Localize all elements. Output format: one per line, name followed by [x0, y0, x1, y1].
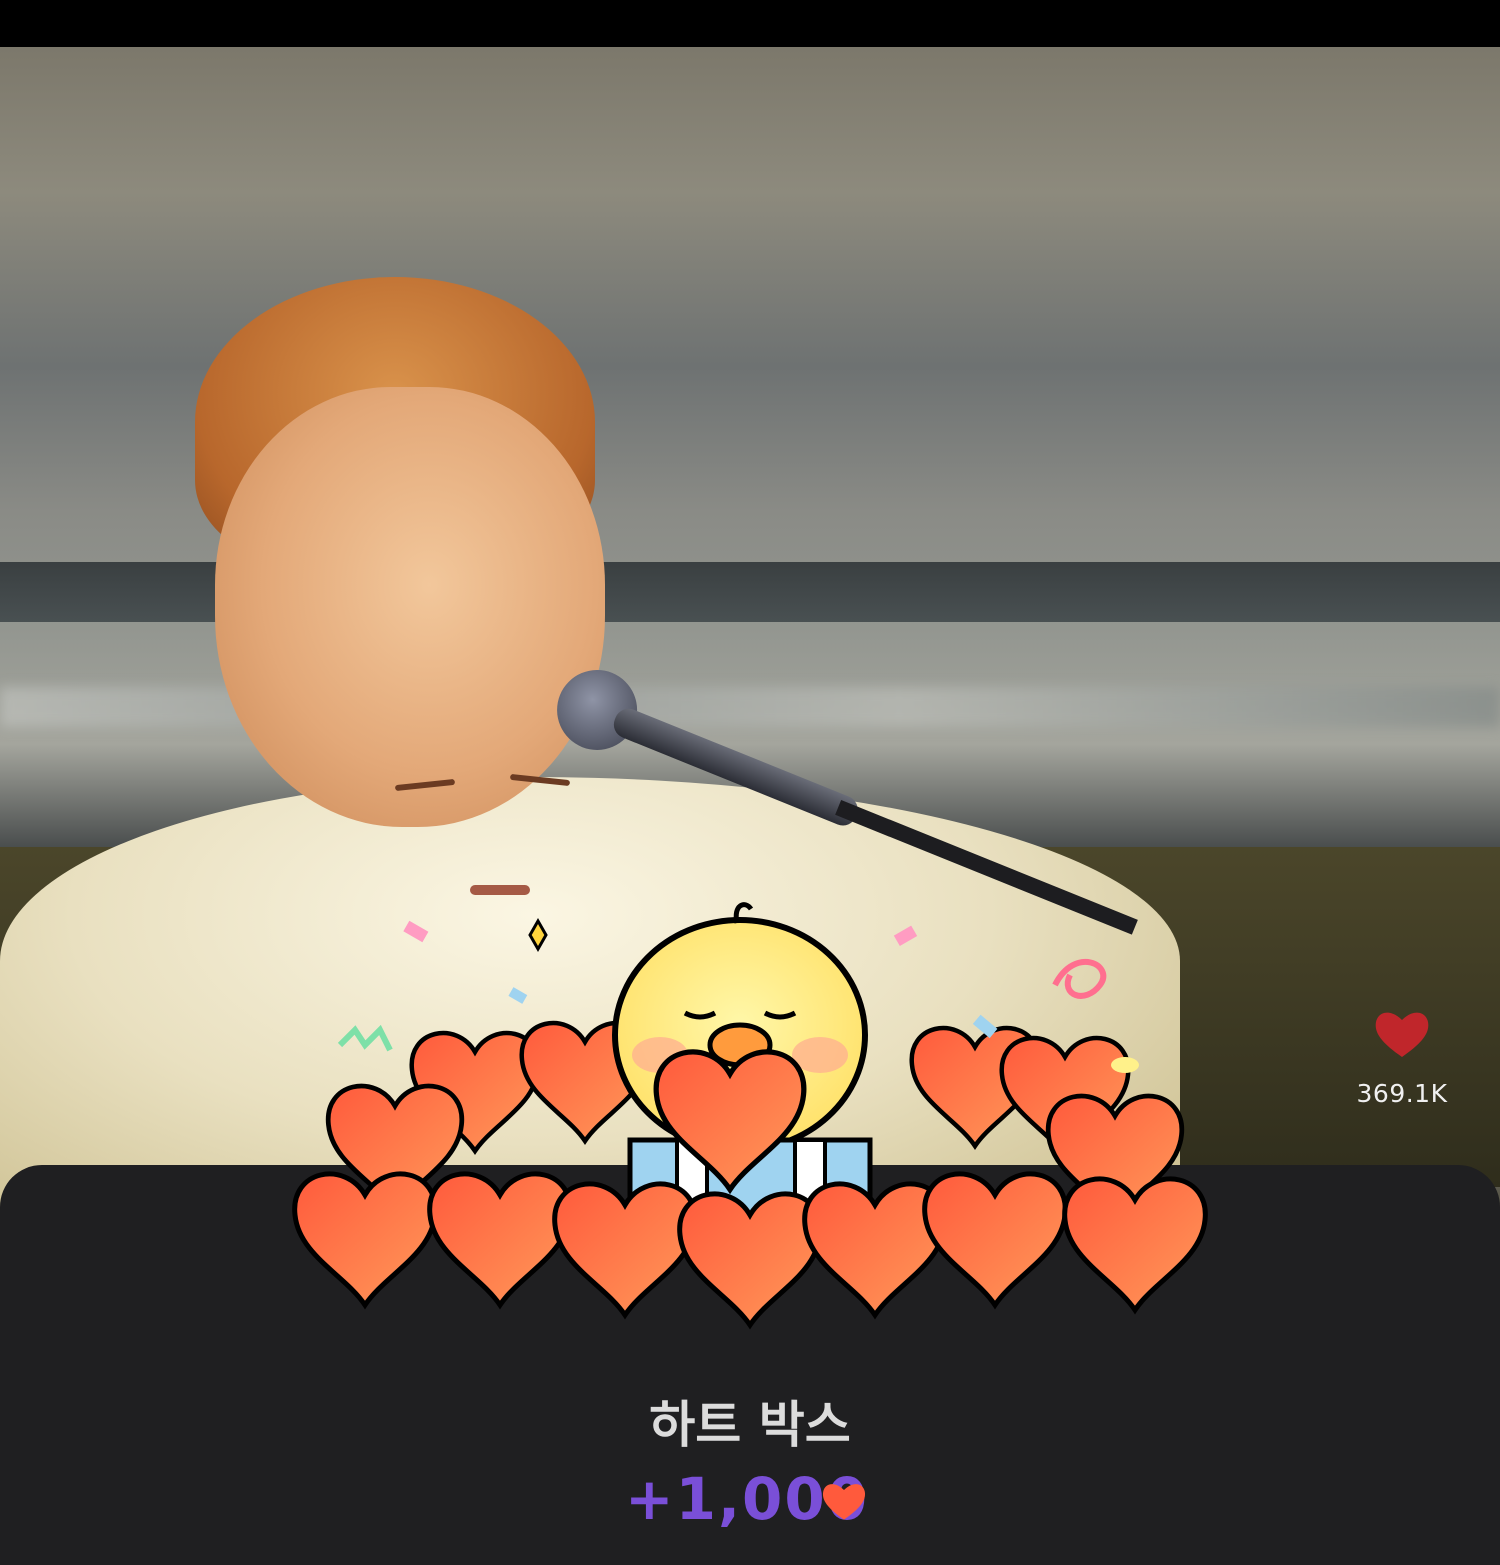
heart-icon [822, 1484, 866, 1520]
gift-title: 하트 박스 [649, 1396, 851, 1454]
singer-face [215, 387, 605, 827]
chick-holding-heart-sticker [285, 902, 1225, 1335]
status-bar [0, 0, 1500, 47]
heart-icon[interactable] [1372, 1005, 1432, 1065]
like-count: 369.1K [1356, 1079, 1448, 1108]
singer-mouth [470, 885, 530, 895]
